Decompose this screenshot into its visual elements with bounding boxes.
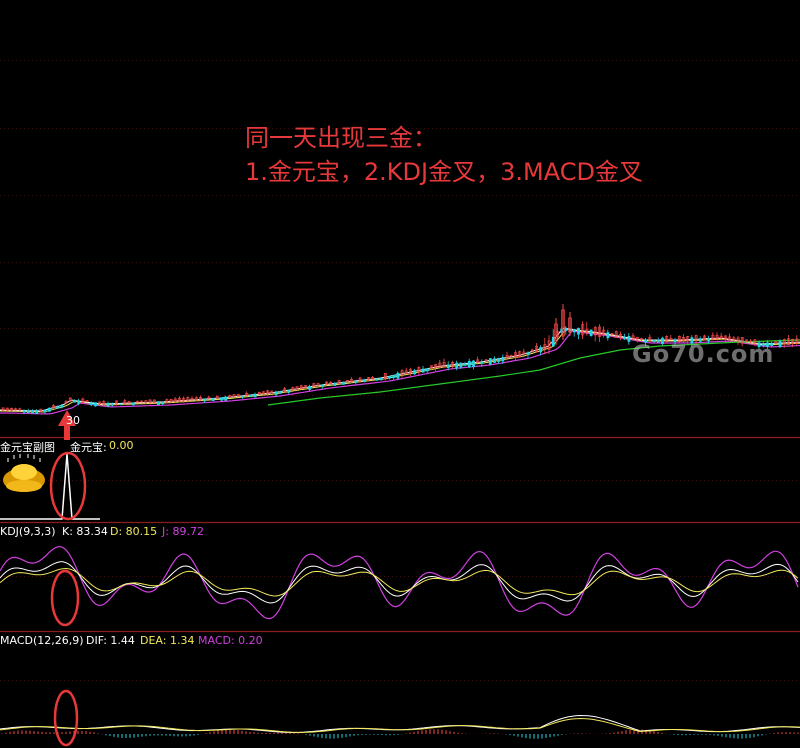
kdj-indicator-panel[interactable] [0, 545, 799, 620]
candle-body [501, 356, 505, 362]
macd-histogram [1, 729, 799, 739]
candle-body [488, 358, 492, 365]
candle-body [211, 398, 215, 401]
highlight-ellipse-macd [53, 689, 79, 747]
candle-body [572, 329, 576, 333]
annotation-line-2: 1.金元宝，2.KDJ金叉，3.MACD金叉 [245, 158, 643, 186]
candle-body [31, 410, 34, 414]
candle-body [606, 332, 610, 339]
candle-body [425, 368, 429, 372]
candle-body [472, 360, 475, 367]
candle-body [493, 358, 496, 363]
candle-body [320, 384, 324, 388]
candle-body [22, 410, 26, 413]
candle-body [480, 361, 484, 364]
ingot-rim [6, 480, 42, 492]
candle-body [354, 381, 358, 383]
candle-body [274, 391, 278, 395]
candle-body [308, 385, 312, 390]
candle-body [278, 391, 282, 394]
candle-body [778, 340, 782, 348]
candle-body [459, 362, 463, 368]
gold-ingot-icon [3, 454, 45, 492]
candle-body [413, 370, 417, 375]
candle-body [341, 381, 345, 385]
candle-body [60, 404, 64, 408]
candle-body [627, 335, 631, 342]
candle-body [131, 402, 135, 406]
candle-body [446, 364, 450, 368]
candle-body [157, 401, 160, 406]
macd-dif-value: DIF: 1.44 [86, 634, 135, 647]
highlight-ellipse-kdj [50, 569, 80, 627]
candle-body [467, 360, 471, 368]
ingot-top [11, 464, 37, 480]
candle-body [463, 363, 467, 366]
candle-body [362, 379, 366, 383]
candle-body [539, 347, 543, 353]
candle-body [220, 397, 223, 401]
candle-body [623, 336, 627, 340]
candle-body [421, 368, 425, 373]
candle-body [77, 400, 81, 404]
kdj-j-value: J: 89.72 [162, 525, 204, 538]
macd-histogram-value: MACD: 0.20 [198, 634, 263, 647]
candle-body [577, 327, 580, 335]
watermark: Go70.com [632, 340, 775, 368]
candle-body [551, 336, 555, 347]
kdj-d-line [0, 567, 799, 597]
candle-body [43, 409, 47, 413]
candle-body [497, 357, 501, 362]
jyb-value: 0.00 [109, 439, 134, 452]
macd-lines [0, 714, 800, 734]
candle-body [333, 382, 337, 386]
candle-body [35, 409, 39, 415]
candle-body [287, 389, 291, 393]
candle-body [526, 352, 530, 356]
macd-panel-title: MACD(12,26,9) [0, 634, 84, 647]
candle-body [249, 394, 253, 398]
candle-body [396, 372, 400, 379]
bar-marker-label: 30 [66, 414, 80, 427]
annotation-line-1: 同一天出现三金： [245, 124, 437, 152]
macd-indicator-panel[interactable] [0, 714, 800, 739]
candle-body [589, 329, 593, 336]
candle-body [73, 400, 76, 403]
chart-window: 30 同一天出现三金： 1.金元宝，2.KDJ金叉，3.MACD金叉 Go70.… [0, 0, 800, 748]
candle-body [203, 398, 207, 402]
candle-body [253, 393, 257, 398]
candle-body [375, 378, 379, 381]
candle-body [241, 395, 244, 398]
candle-body [224, 396, 228, 401]
candle-body [564, 327, 568, 332]
signal-highlights [49, 451, 87, 747]
candle-body [119, 403, 123, 406]
candle-body [47, 407, 51, 412]
macd-dea-line [0, 717, 800, 734]
candle-body [110, 403, 114, 406]
price-panel[interactable]: 30 [0, 304, 800, 440]
candle-body [379, 377, 383, 381]
candle-body [392, 374, 396, 379]
macd-dea-value: DEA: 1.34 [140, 634, 195, 647]
candle-body [106, 402, 110, 407]
kdj-d-value: D: 80.15 [110, 525, 158, 538]
jyb-value-name: 金元宝: [70, 441, 107, 454]
candle-body [56, 406, 60, 409]
candle-body [455, 362, 459, 369]
kdj-lines [0, 545, 799, 620]
jyb-panel-title: 金元宝副图 [0, 441, 55, 454]
candle-body [388, 376, 391, 379]
candle-body [161, 401, 165, 405]
kdj-panel-title: KDJ(9,3,3) [0, 525, 56, 538]
candle-body [26, 410, 30, 414]
candle-body [89, 402, 93, 406]
candle-body [94, 402, 97, 407]
kdj-k-value: K: 83.34 [62, 525, 108, 538]
